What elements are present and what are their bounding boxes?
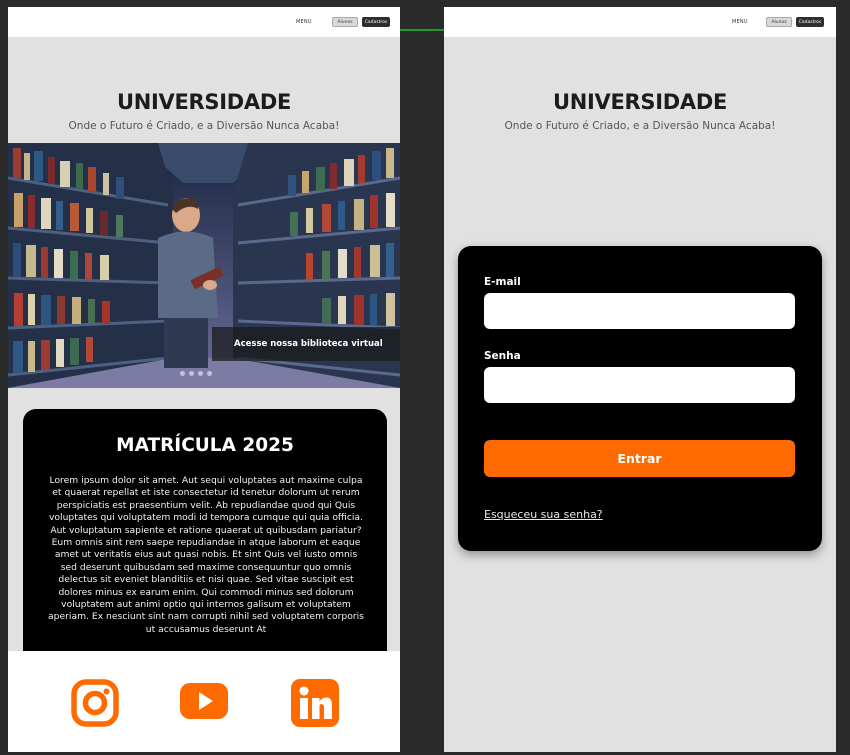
- login-button[interactable]: Entrar: [484, 440, 795, 477]
- instagram-icon[interactable]: [71, 679, 119, 727]
- login-card: E-mail Senha Entrar Esqueceu sua senha?: [458, 246, 822, 551]
- page-tagline: Onde o Futuro é Criado, e a Diversão Nun…: [504, 120, 776, 132]
- carousel-dot[interactable]: [180, 371, 185, 376]
- cadastro-button[interactable]: Cadastros: [362, 17, 390, 27]
- carousel-dot[interactable]: [189, 371, 194, 376]
- carousel-dots: [180, 371, 212, 376]
- enrollment-card: MATRÍCULA 2025 Lorem ipsum dolor sit ame…: [23, 409, 387, 669]
- enrollment-text: Lorem ipsum dolor sit amet. Aut sequi vo…: [48, 475, 364, 635]
- page-title: UNIVERSIDADE: [552, 90, 727, 114]
- email-input[interactable]: [484, 293, 795, 329]
- menu-link[interactable]: MENU: [296, 19, 312, 25]
- library-caption[interactable]: Acesse nossa biblioteca virtual: [212, 327, 400, 361]
- page-title: UNIVERSIDADE: [116, 90, 291, 114]
- cadastro-button[interactable]: Cadastros: [796, 17, 824, 27]
- password-input[interactable]: [484, 367, 795, 403]
- password-label: Senha: [484, 350, 521, 362]
- library-banner[interactable]: Acesse nossa biblioteca virtual: [8, 143, 400, 388]
- email-label: E-mail: [484, 276, 521, 288]
- top-nav: MENU Alunos Cadastros: [8, 7, 400, 37]
- enrollment-title: MATRÍCULA 2025: [116, 435, 294, 456]
- alunos-button[interactable]: Alunos: [332, 17, 358, 27]
- home-screen: MENU Alunos Cadastros UNIVERSIDADE Onde …: [8, 7, 400, 752]
- menu-link[interactable]: MENU: [732, 19, 748, 25]
- page-tagline: Onde o Futuro é Criado, e a Diversão Nun…: [68, 120, 340, 132]
- social-footer: [8, 651, 400, 752]
- youtube-icon[interactable]: [180, 681, 228, 721]
- linkedin-icon[interactable]: [291, 679, 339, 727]
- carousel-dot[interactable]: [207, 371, 212, 376]
- alunos-button[interactable]: Alunos: [766, 17, 792, 27]
- carousel-dot[interactable]: [198, 371, 203, 376]
- forgot-password-link[interactable]: Esqueceu sua senha?: [484, 508, 603, 521]
- top-nav: MENU Alunos Cadastros: [444, 7, 836, 37]
- login-screen: MENU Alunos Cadastros UNIVERSIDADE Onde …: [444, 7, 836, 752]
